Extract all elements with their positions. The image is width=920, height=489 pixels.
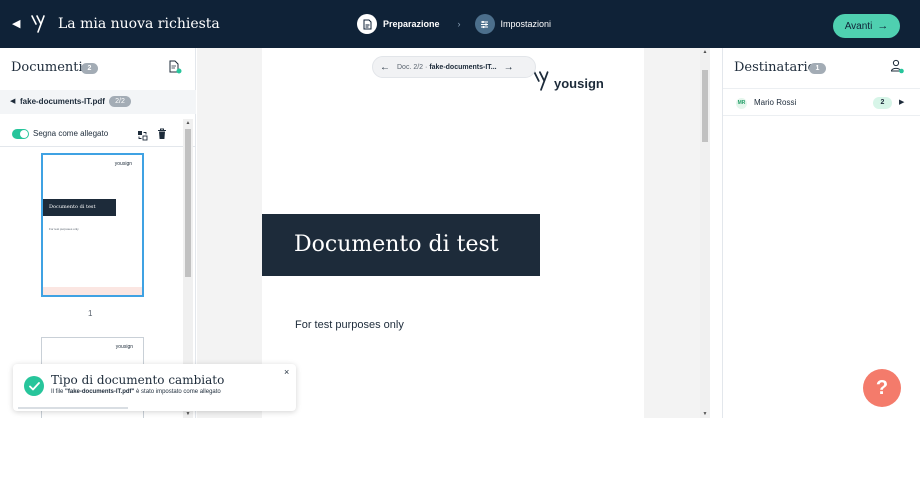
back-icon[interactable]: ◀	[12, 17, 26, 31]
scrollbar-thumb[interactable]	[185, 129, 191, 277]
attachment-toggle[interactable]	[12, 129, 29, 139]
step-label: Preparazione	[383, 19, 440, 29]
toast-title: Tipo di documento cambiato	[51, 373, 225, 387]
doc-file-name: fake-documents-IT...	[429, 63, 497, 71]
scroll-up-icon[interactable]: ▲	[183, 119, 193, 127]
page-count-badge: 2/2	[109, 96, 131, 107]
doc-counter: Doc. 2/2 ·	[397, 63, 428, 71]
chevron-down-icon[interactable]: ◀	[10, 97, 15, 105]
file-row[interactable]: ◀ fake-documents-IT.pdf 2/2	[0, 90, 196, 114]
request-title: La mia nuova richiesta	[58, 16, 220, 32]
document-switcher-text: Doc. 2/2 · fake-documents-IT...	[397, 64, 497, 71]
next-document-icon[interactable]: →	[504, 62, 514, 73]
toast-message-prefix: Il file	[51, 389, 66, 395]
help-button[interactable]: ?	[863, 369, 901, 407]
toast-message: Il file "fake-documents-IT.pdf" è stato …	[51, 389, 221, 395]
viewer-scrollbar[interactable]: ▲ ▼	[700, 48, 710, 418]
yousign-logo-icon	[532, 70, 550, 97]
documents-count-badge: 2	[81, 63, 98, 74]
thumbnail-heading: Documento di test	[43, 199, 116, 216]
document-viewer: yousign Documento di test For test purpo…	[197, 48, 710, 418]
scrollbar-thumb[interactable]	[702, 70, 708, 142]
document-logo: yousign	[532, 70, 604, 97]
recipients-count-badge: 1	[809, 63, 826, 74]
page-number: 1	[88, 309, 93, 318]
next-button[interactable]: Avanti →	[833, 14, 900, 38]
scroll-down-icon[interactable]: ▼	[183, 410, 193, 418]
document-heading: Documento di test	[262, 214, 540, 276]
documents-panel: Documenti 2 ◀ fake-documents-IT.pdf 2/2 …	[0, 48, 196, 418]
document-switcher: ← Doc. 2/2 · fake-documents-IT... →	[372, 56, 536, 78]
thumbnail-logo: yousign	[115, 344, 133, 350]
toast-message-file: "fake-documents-IT.pdf"	[65, 389, 135, 395]
scroll-down-icon[interactable]: ▼	[700, 410, 710, 418]
arrow-right-icon: →	[877, 20, 889, 32]
replace-icon[interactable]	[137, 128, 148, 146]
step-impostazioni[interactable]: Impostazioni	[474, 14, 552, 34]
toggle-knob	[20, 130, 28, 138]
page-thumbnail[interactable]: yousign Documento di test For test purpo…	[41, 153, 144, 297]
previous-document-icon[interactable]: ←	[380, 62, 390, 73]
chevron-right-icon[interactable]: ▶	[899, 98, 904, 106]
thumbnail-logo: yousign	[114, 161, 132, 167]
document-page: yousign Documento di test For test purpo…	[262, 48, 644, 418]
document-logo-word: yousign	[554, 76, 604, 91]
documents-header: Documenti 2	[0, 48, 196, 86]
recipients-title: Destinatario	[734, 60, 816, 75]
close-icon[interactable]: ×	[284, 367, 289, 377]
check-icon	[24, 376, 44, 396]
avatar: MR	[736, 98, 747, 109]
signer-field-count: 2	[873, 97, 892, 109]
signer-row[interactable]: MR Mario Rossi 2 ▶	[723, 88, 920, 116]
thumbnail-subtext: For test purposes only	[49, 227, 79, 231]
yousign-logo-icon	[30, 14, 46, 39]
step-navigation: Preparazione › Impostazioni	[357, 12, 551, 36]
toast-message-suffix: è stato impostato come allegato	[134, 389, 221, 395]
step-label: Impostazioni	[500, 19, 552, 29]
document-icon	[357, 14, 377, 34]
notification-toast: Tipo di documento cambiato Il file "fake…	[13, 364, 296, 411]
trash-icon[interactable]	[157, 127, 167, 145]
add-signer-icon[interactable]	[890, 59, 904, 79]
chevron-right-icon: ›	[457, 19, 461, 29]
app-window: ◀ La mia nuova richiesta Preparazione › …	[0, 0, 920, 418]
documents-title: Documenti	[11, 60, 83, 75]
document-subtext: For test purposes only	[295, 319, 404, 331]
attachment-row: Segna come allegato	[0, 121, 196, 147]
signer-name: Mario Rossi	[754, 98, 797, 107]
toast-progress-bar	[18, 407, 128, 409]
attachment-label: Segna come allegato	[33, 129, 109, 138]
add-document-icon[interactable]	[168, 60, 182, 79]
top-bar: ◀ La mia nuova richiesta Preparazione › …	[0, 0, 920, 48]
step-preparazione[interactable]: Preparazione	[357, 14, 440, 34]
settings-sliders-icon	[474, 14, 495, 34]
file-name: fake-documents-IT.pdf	[20, 97, 105, 106]
thumbnail-footer	[43, 287, 142, 295]
next-button-label: Avanti	[844, 20, 873, 32]
scroll-up-icon[interactable]: ▲	[700, 48, 710, 56]
recipients-panel: Destinatario 1 MR Mario Rossi 2 ▶	[722, 48, 920, 418]
